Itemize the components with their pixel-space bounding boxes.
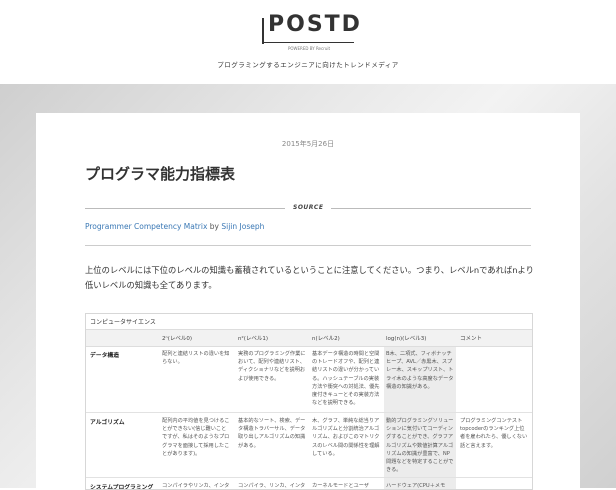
site-logo[interactable]: POSTD [262, 12, 360, 44]
header-level0: 2ⁿ(レベル0) [162, 336, 192, 342]
source-credit: Programmer Competency Matrix by Sijin Jo… [85, 222, 264, 231]
header-comment: コメント [460, 336, 483, 342]
table-cell: 配列内の平均値を見つけることができない(信じ難いことですが、私はそのようなプログ… [162, 418, 230, 457]
source-divider-left [85, 208, 285, 209]
source-link[interactable]: Programmer Competency Matrix [85, 222, 207, 231]
table-cell: コンパイラ、リンカ、インタ [238, 483, 306, 489]
intro-paragraph: 上位のレベルには下位のレベルの知識も蓄積されているということに注意してください。… [85, 265, 534, 290]
header-level3: log(n)(レベル3) [386, 336, 427, 342]
table-row: データ構造 配列と連結リストの違いを知らない。 実務のプログラミング作業において… [86, 346, 532, 413]
article-title: プログラマ能力指標表 [85, 165, 236, 183]
table-cell: 動的プログラミングソリューションに気付いてコーディングすることができ、グラフアル… [386, 418, 454, 474]
row-label: システムプログラミング [90, 485, 154, 490]
logo-text: POSTD [268, 12, 362, 37]
article-date: 2015年5月26日 [281, 140, 335, 148]
table-cell: B木、二項式、フィボナッチヒープ、AVL／赤黒木、スプレー木、スキップリスト、ト… [386, 351, 454, 390]
table-cell: 木、グラフ、単純な総当りアルゴリズムと分割統治アルゴリズム、およびこのマトリクス… [312, 418, 380, 457]
source-label: SOURCE [293, 204, 324, 211]
author-link[interactable]: Sijin Joseph [221, 222, 264, 231]
competency-matrix-table: コンピュータサイエンス 2ⁿ(レベル0) n²(レベル1) n(レベル2) lo… [85, 313, 533, 490]
matrix-section-title: コンピュータサイエンス [90, 319, 156, 326]
header-level1: n²(レベル1) [238, 336, 268, 342]
logo-underline [262, 42, 354, 43]
table-cell: 配列と連結リストの違いを知らない。 [162, 351, 230, 366]
logo-bar [262, 18, 264, 44]
source-by: by [207, 222, 222, 231]
table-cell: プログラミングコンテストtopcoderのランキング上位者を雇われたら、優しくな… [460, 418, 528, 449]
table-cell: ハードウェア(CPU＋メモ [386, 483, 446, 489]
intro-text: 上位のレベルには下位のレベルの知識も蓄積されているということに注意してください。… [85, 265, 474, 275]
table-cell: カーネルモードとユーザ [312, 483, 369, 489]
table-cell: コンパイラやリンカ、インタ [162, 483, 230, 489]
row-label: アルゴリズム [90, 420, 125, 426]
site-tagline: プログラミングするエンジニアに向けたトレンドメディア [217, 61, 399, 69]
header-level2: n(レベル2) [312, 336, 340, 342]
site-header: POSTD POWERED BY Recruit プログラミングするエンジニアに… [0, 0, 616, 84]
row-label: データ構造 [90, 353, 119, 359]
powered-by: POWERED BY Recruit [288, 46, 331, 51]
matrix-header-row: 2ⁿ(レベル0) n²(レベル1) n(レベル2) log(n)(レベル3) コ… [86, 329, 532, 347]
source-divider-right [331, 208, 531, 209]
table-cell: 基本的なソート、検索、データ構造トラバーサル、データ取り出しアルゴリズムの知識が… [238, 418, 306, 449]
content-divider [85, 245, 531, 246]
table-row: アルゴリズム 配列内の平均値を見つけることができない(信じ難いことですが、私はそ… [86, 413, 532, 478]
table-cell: 基本データ構造の時間と空間のトレードオフや、配列と連結リストの違いが分かっている… [312, 351, 380, 407]
table-cell: 実務のプログラミング作業において、配列や連結リスト、ディクショナリなどを説明およ… [238, 351, 306, 382]
table-row: システムプログラミング コンパイラやリンカ、インタ コンパイラ、リンカ、インタ … [86, 478, 532, 490]
